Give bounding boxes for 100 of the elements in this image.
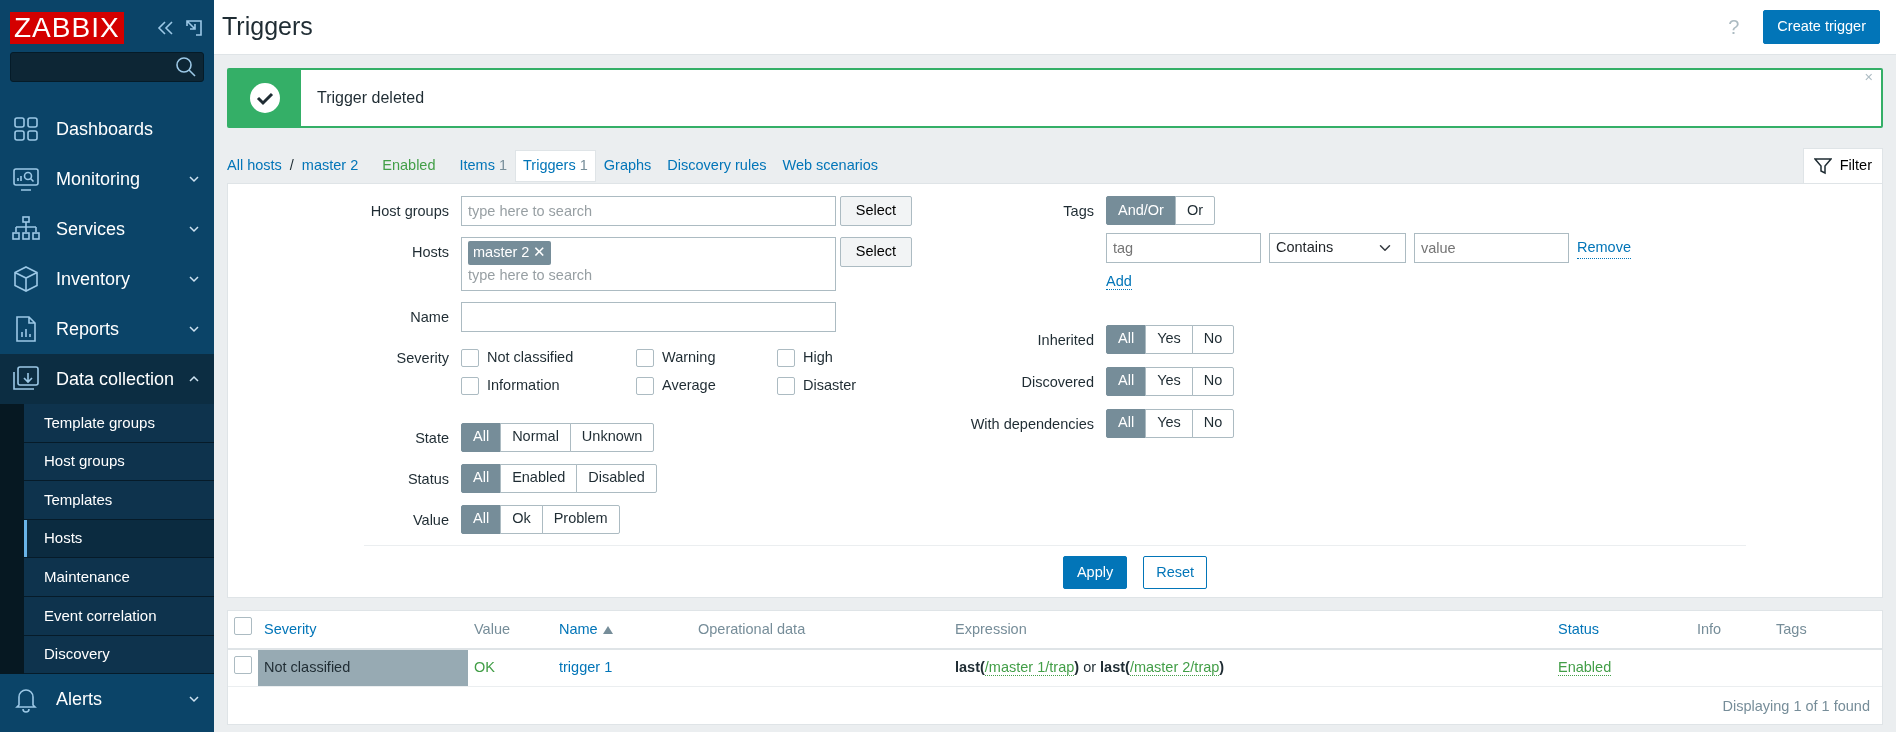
tab[interactable]: Graphs: [595, 150, 660, 182]
reset-button[interactable]: Reset: [1143, 555, 1208, 590]
create-trigger-button[interactable]: Create trigger: [1763, 10, 1880, 44]
tag-field[interactable]: tag: [1106, 233, 1261, 263]
segment-button[interactable]: No: [1191, 324, 1235, 354]
chevron-down-icon: [188, 275, 200, 283]
kiosk-mode-icon[interactable]: [184, 18, 204, 38]
chevron-down-icon: [188, 695, 200, 704]
menu-item[interactable]: Dashboards: [0, 104, 214, 154]
column-header: Info: [1697, 620, 1722, 637]
host-status: Enabled: [382, 156, 436, 176]
select-all-checkbox[interactable]: [234, 617, 252, 636]
menu-item[interactable]: Reports: [0, 304, 214, 354]
operator-dropdown[interactable]: Contains: [1269, 233, 1406, 263]
search-icon: [175, 56, 197, 78]
column-sort-link[interactable]: Status: [1558, 620, 1600, 637]
severity-checkbox[interactable]: High: [777, 347, 897, 369]
hierarchy-icon: [12, 215, 40, 243]
breadcrumb-link[interactable]: All hosts: [227, 155, 282, 177]
field-label: Host groups: [369, 202, 450, 221]
segment-button[interactable]: Disabled: [576, 463, 657, 493]
severity-checkbox[interactable]: Average: [636, 374, 777, 397]
add-link[interactable]: Add: [1106, 273, 1132, 290]
severity-checkbox[interactable]: Information: [461, 374, 636, 397]
severity-checkbox[interactable]: Disaster: [777, 374, 897, 397]
column-sort-link[interactable]: Name: [559, 620, 613, 637]
tab[interactable]: Discovery rules: [659, 150, 775, 182]
box-icon: [12, 265, 40, 293]
funnel-icon: [1813, 157, 1832, 176]
field-label: Discovered: [1020, 372, 1095, 392]
remove-link[interactable]: Remove: [1577, 236, 1631, 260]
name-field[interactable]: [461, 302, 836, 332]
apply-button[interactable]: Apply: [1062, 555, 1128, 590]
column-header: Value: [474, 620, 510, 637]
menu-item[interactable]: Alerts: [0, 674, 214, 725]
submenu-item[interactable]: Hosts: [24, 519, 214, 559]
message-text: Trigger deleted: [317, 88, 425, 108]
chevron-down-icon: [188, 225, 200, 233]
tab[interactable]: Triggers 1: [515, 150, 596, 182]
segment-button[interactable]: Enabled: [500, 463, 578, 493]
field-label: Severity: [395, 349, 450, 368]
breadcrumb-link[interactable]: master 2: [301, 155, 359, 177]
tab[interactable]: Items 1: [451, 150, 516, 182]
field-label: Name: [409, 308, 450, 327]
column-header: Tags: [1776, 620, 1807, 637]
logo[interactable]: ZABBIX: [10, 12, 124, 44]
segment-button[interactable]: Unknown: [569, 422, 655, 452]
host-groups-field[interactable]: type here to search: [461, 196, 836, 226]
chevron-down-icon: [188, 325, 200, 333]
submenu-item[interactable]: Maintenance: [24, 558, 214, 597]
menu-item[interactable]: Data collection: [0, 354, 214, 404]
check-icon: [249, 82, 281, 114]
field-label: Value: [412, 510, 450, 530]
menu-item[interactable]: Services: [0, 204, 214, 254]
menu-item[interactable]: Monitoring: [0, 154, 214, 204]
download-icon: [12, 365, 40, 393]
severity-cell: Not classified: [258, 649, 468, 687]
trigger-name-link[interactable]: trigger 1: [559, 659, 613, 676]
grid-icon: [12, 115, 40, 143]
monitor-icon: [12, 165, 40, 193]
search-field[interactable]: [10, 52, 204, 82]
chevron-up-icon: [188, 375, 200, 383]
submenu-item[interactable]: Event correlation: [24, 596, 214, 636]
field-label: Inherited: [1036, 330, 1095, 350]
page-title: Triggers: [222, 11, 313, 43]
segment-button[interactable]: No: [1191, 408, 1235, 438]
submenu-item[interactable]: Host groups: [24, 442, 214, 482]
item-link[interactable]: /master 1/trap: [984, 659, 1075, 677]
select-button[interactable]: Select: [840, 237, 912, 267]
filter-tab[interactable]: Filter: [1802, 148, 1883, 183]
menu-item[interactable]: Inventory: [0, 254, 214, 304]
column-header: Expression: [955, 620, 1027, 637]
severity-checkbox[interactable]: Warning: [636, 347, 777, 369]
column-sort-link[interactable]: Severity: [264, 620, 317, 637]
severity-checkbox[interactable]: Not classified: [461, 347, 636, 369]
segment-button[interactable]: Or: [1174, 196, 1216, 225]
field-label: Status: [406, 469, 450, 489]
field-label: Tags: [1062, 202, 1095, 221]
field-label: State: [414, 428, 450, 448]
submenu-item[interactable]: Discovery: [24, 635, 214, 675]
tab[interactable]: Web scenarios: [774, 150, 887, 182]
segment-button[interactable]: Normal: [500, 422, 571, 452]
segment-button[interactable]: Yes: [1145, 366, 1193, 396]
chevron-down-icon: [188, 175, 200, 183]
column-header: Operational data: [698, 620, 806, 637]
field-label: With dependencies: [969, 414, 1095, 434]
breadcrumb-separator: /: [289, 156, 294, 176]
expression-cell: last(/master 1/trap) or last(/master 2/trap): [949, 649, 1552, 687]
field-label: Hosts: [410, 243, 450, 262]
segment-button[interactable]: Problem: [541, 504, 620, 534]
segment-button[interactable]: Ok: [500, 504, 543, 534]
hosts-placeholder: type here to search: [468, 265, 594, 285]
submenu-item[interactable]: Template groups: [24, 404, 214, 443]
select-button[interactable]: Select: [840, 196, 912, 226]
submenu-item[interactable]: Templates: [24, 481, 214, 520]
segment-button[interactable]: Yes: [1145, 408, 1193, 438]
segment-button[interactable]: Yes: [1145, 324, 1193, 354]
value-field[interactable]: value: [1414, 233, 1569, 263]
row-checkbox[interactable]: [234, 655, 252, 674]
segment-button[interactable]: No: [1191, 366, 1235, 396]
